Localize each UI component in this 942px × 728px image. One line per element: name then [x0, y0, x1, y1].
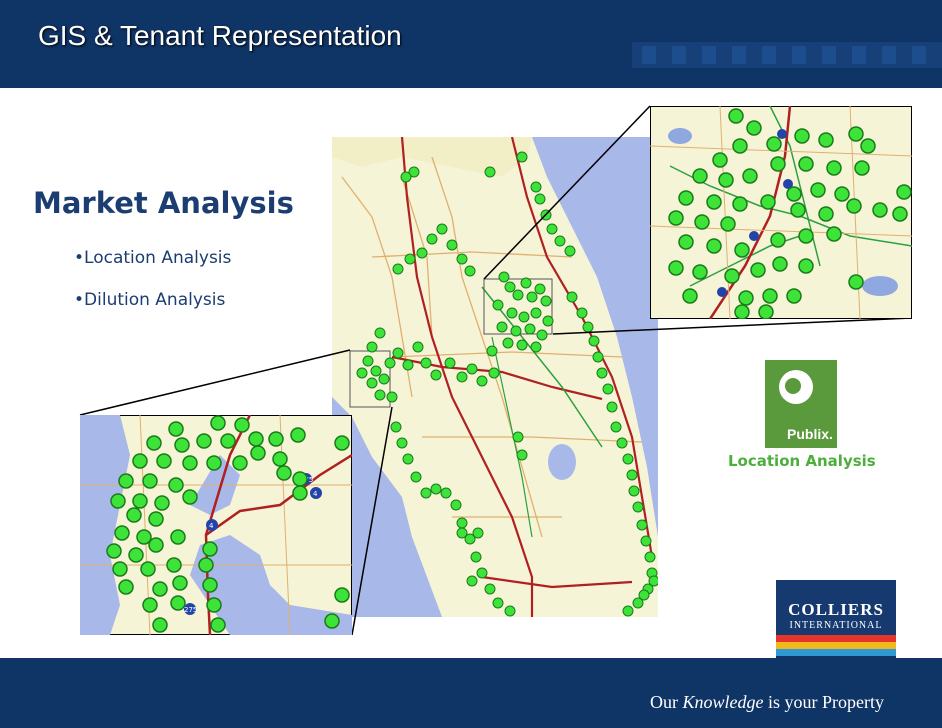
publix-logo: Publix. — [765, 360, 837, 448]
tampa-inset-map: 275 275 4 4 — [80, 415, 352, 635]
publix-wordmark: Publix. — [787, 426, 833, 442]
footer-bar: Our Knowledge is your Property — [0, 658, 942, 728]
orlando-inset-map — [650, 106, 912, 319]
highway-shield-4-b: 4 — [313, 490, 318, 498]
colliers-international-text: INTERNATIONAL — [789, 620, 883, 631]
colliers-logo: COLLIERS INTERNATIONAL — [776, 580, 896, 665]
highway-shield-4-a: 4 — [209, 522, 214, 530]
colliers-stripes — [776, 635, 896, 665]
colliers-wordmark: COLLIERS — [788, 600, 884, 619]
publix-location-analysis-caption: Location Analysis — [728, 452, 876, 470]
highway-shield-275-a: 275 — [184, 606, 197, 614]
publix-p-icon — [779, 370, 813, 404]
footer-tagline: Our Knowledge is your Property — [650, 692, 884, 712]
